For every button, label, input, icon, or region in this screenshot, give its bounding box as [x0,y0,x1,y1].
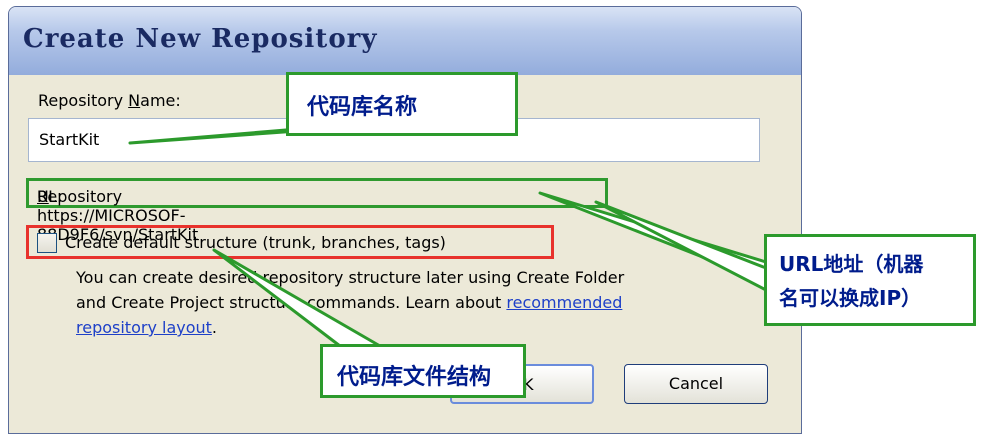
name-callout: 代码库名称 [286,72,518,136]
url-callout-line-1: URL地址（机器 [779,252,924,276]
url-callout-line-2: 名可以换成IP） [779,286,922,310]
url-callout-pointer-b [594,200,768,292]
structure-callout-text: 代码库文件结构 [337,365,492,390]
structure-callout-pointer [212,248,382,348]
structure-callout: 代码库文件结构 [320,344,526,398]
url-callout: URL地址（机器 名可以换成IP） [764,234,976,326]
name-callout-text: 代码库名称 [307,95,418,120]
